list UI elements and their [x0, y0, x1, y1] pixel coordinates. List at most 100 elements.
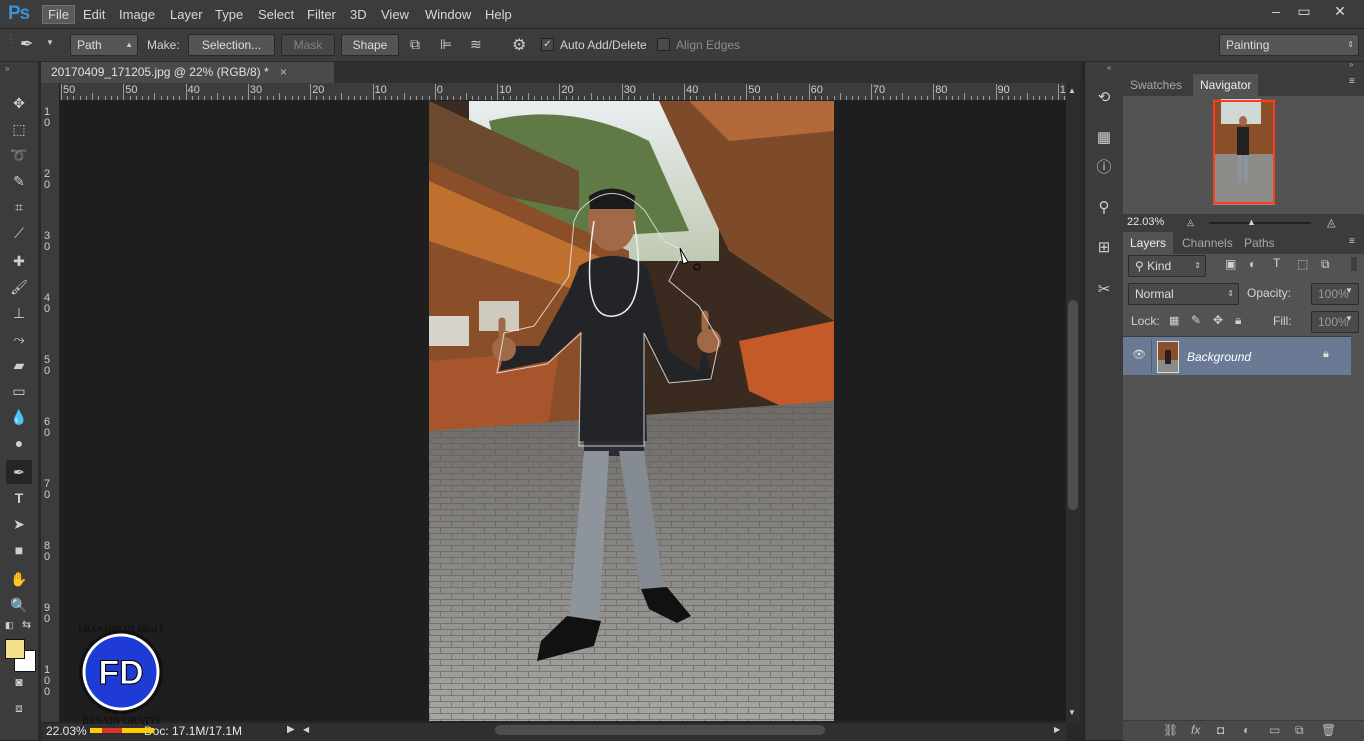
lock-image-icon[interactable]: ✎	[1191, 313, 1201, 327]
info-panel-icon[interactable]: ⓘ	[1093, 157, 1115, 179]
close-window-button[interactable]: ✕	[1318, 1, 1362, 21]
zoom-in-icon[interactable]: ◬	[1327, 216, 1335, 229]
history-brush-tool-icon[interactable]: ⤳	[6, 327, 32, 351]
link-layers-icon[interactable]: ⛓	[1163, 723, 1178, 737]
restore-button[interactable]: ▭	[1288, 1, 1320, 21]
scroll-down-icon[interactable]: ▼	[1068, 708, 1076, 717]
zoom-tool-icon[interactable]: 🔍	[6, 593, 32, 617]
filter-kind-select[interactable]: ⚲ Kind ⇕	[1128, 255, 1206, 277]
status-menu-arrow-icon[interactable]: ▶	[287, 724, 295, 735]
add-mask-icon[interactable]: ◘	[1217, 723, 1224, 737]
layer-name[interactable]: Background	[1187, 350, 1251, 364]
tool-presets-panel-icon[interactable]: ✂	[1093, 279, 1115, 301]
navigator-thumbnail[interactable]	[1213, 99, 1275, 205]
quick-mask-icon[interactable]: ◙	[6, 670, 32, 694]
path-operations-icon[interactable]: ⧉	[410, 36, 420, 53]
visibility-eye-icon[interactable]: 👁︎	[1132, 348, 1146, 361]
foreground-color-swatch[interactable]	[5, 639, 25, 659]
rectangle-tool-icon[interactable]: ■	[6, 538, 32, 562]
default-colors-icon[interactable]: ◧	[5, 620, 14, 631]
blur-tool-icon[interactable]: 💧	[6, 405, 32, 429]
new-layer-icon[interactable]: ⧉	[1295, 723, 1304, 738]
screen-mode-icon[interactable]: ⧈	[6, 696, 32, 720]
tab-paths[interactable]: Paths	[1237, 232, 1282, 254]
dodge-tool-icon[interactable]: ●	[6, 431, 32, 455]
workspace-select[interactable]: Painting ⇕	[1219, 34, 1359, 56]
layers-panel-menu-icon[interactable]: ≡	[1349, 236, 1355, 247]
delete-layer-icon[interactable]: 🗑︎	[1321, 723, 1336, 737]
path-alignment-icon[interactable]: ⊫	[440, 36, 452, 53]
menu-edit[interactable]: Edit	[78, 6, 110, 23]
chevron-down-icon[interactable]: ▼	[46, 38, 54, 47]
path-arrangement-icon[interactable]: ≋	[470, 36, 482, 53]
properties-panel-icon[interactable]: ▦	[1093, 127, 1115, 149]
filter-smart-object-icon[interactable]: ⧉	[1321, 257, 1330, 272]
opacity-arrow-icon[interactable]: ▼	[1345, 286, 1353, 295]
menu-file[interactable]: File	[42, 5, 75, 24]
menu-select[interactable]: Select	[253, 6, 299, 23]
zoom-slider-handle-icon[interactable]: ▲	[1247, 217, 1256, 227]
collapse-toolbar-icon[interactable]: »	[5, 64, 9, 73]
zoom-slider[interactable]	[1209, 222, 1311, 224]
collapse-panels-icon[interactable]: »	[1349, 60, 1353, 69]
lasso-tool-icon[interactable]: ➰	[6, 143, 32, 167]
vertical-ruler[interactable]: 1 0 2 0 3 0 4 0 5 0 6 0 7 0 8 0 9 0 1 0 0	[41, 83, 60, 723]
crop-tool-icon[interactable]: ⌗	[6, 195, 32, 219]
gradient-tool-icon[interactable]: ▭	[6, 379, 32, 403]
tab-layers[interactable]: Layers	[1123, 232, 1174, 254]
menu-window[interactable]: Window	[420, 6, 476, 23]
pen-tool-preset-icon[interactable]: ✒	[20, 34, 33, 54]
horizontal-scroll-thumb[interactable]	[495, 725, 825, 735]
new-group-icon[interactable]: ▭	[1269, 723, 1280, 737]
lock-position-icon[interactable]: ✥	[1213, 313, 1223, 327]
clone-stamp-tool-icon[interactable]: ⊥	[6, 301, 32, 325]
navigator-zoom-value[interactable]: 22.03%	[1127, 216, 1164, 228]
hand-tool-icon[interactable]: ✋	[6, 567, 32, 591]
scroll-up-icon[interactable]: ▲	[1068, 86, 1076, 95]
type-tool-icon[interactable]: T	[6, 486, 32, 510]
align-edges-checkbox[interactable]	[657, 38, 670, 51]
fill-arrow-icon[interactable]: ▼	[1345, 314, 1353, 323]
lock-transparent-icon[interactable]: ▦	[1169, 314, 1179, 327]
menu-help[interactable]: Help	[480, 6, 517, 23]
mask-button[interactable]: Mask	[281, 34, 335, 56]
panel-menu-icon[interactable]: ≡	[1349, 76, 1355, 87]
auto-add-delete-checkbox[interactable]: ✓	[541, 38, 554, 51]
pen-tool-icon[interactable]: ✒	[6, 460, 32, 484]
layer-style-icon[interactable]: fx	[1191, 723, 1200, 737]
tab-swatches[interactable]: Swatches	[1123, 74, 1189, 96]
swap-colors-icon[interactable]: ⇆	[22, 618, 31, 631]
menu-filter[interactable]: Filter	[302, 6, 341, 23]
document-tab[interactable]: 20170409_171205.jpg @ 22% (RGB/8) * ×	[41, 62, 334, 83]
zoom-out-icon[interactable]: ◬	[1187, 217, 1194, 228]
brush-presets-panel-icon[interactable]: ⚲	[1093, 197, 1115, 219]
filter-shape-icon[interactable]: ⬚	[1297, 257, 1308, 271]
scroll-left-icon[interactable]: ◀	[303, 725, 309, 734]
shape-button[interactable]: Shape	[341, 34, 399, 56]
adjustment-layer-icon[interactable]: ◐	[1243, 723, 1250, 737]
menu-type[interactable]: Type	[210, 6, 248, 23]
tab-navigator[interactable]: Navigator	[1193, 74, 1259, 96]
gear-icon[interactable]: ⚙	[512, 35, 526, 55]
filter-type-icon[interactable]: T	[1273, 256, 1280, 270]
tab-channels[interactable]: Channels	[1175, 232, 1240, 254]
filter-toggle[interactable]	[1351, 257, 1357, 271]
menu-layer[interactable]: Layer	[165, 6, 208, 23]
selection-button[interactable]: Selection...	[188, 34, 275, 56]
path-selection-tool-icon[interactable]: ➤	[6, 512, 32, 536]
collapse-dock-icon[interactable]: «	[1107, 63, 1111, 72]
menu-image[interactable]: Image	[114, 6, 160, 23]
move-tool-icon[interactable]: ✥	[6, 91, 32, 115]
eraser-tool-icon[interactable]: ▰	[6, 353, 32, 377]
lock-all-icon[interactable]: 🔒︎	[1235, 313, 1241, 328]
vertical-scroll-thumb[interactable]	[1068, 300, 1078, 510]
brush-tool-icon[interactable]: 🖌	[6, 275, 32, 299]
quick-selection-tool-icon[interactable]: ✎	[6, 169, 32, 193]
close-tab-icon[interactable]: ×	[280, 65, 287, 79]
scroll-right-icon[interactable]: ▶	[1054, 725, 1060, 734]
menu-3d[interactable]: 3D	[345, 6, 372, 23]
horizontal-ruler[interactable]: 50 50 40 30 20 10 0 10 20 30 40 50 60 70 80 90 1	[59, 83, 1066, 101]
layer-row-background[interactable]: 👁︎ Background 🔒︎	[1123, 337, 1351, 375]
filter-pixel-icon[interactable]: ▣	[1225, 257, 1236, 271]
filter-adjustment-icon[interactable]: ◐	[1249, 257, 1256, 271]
